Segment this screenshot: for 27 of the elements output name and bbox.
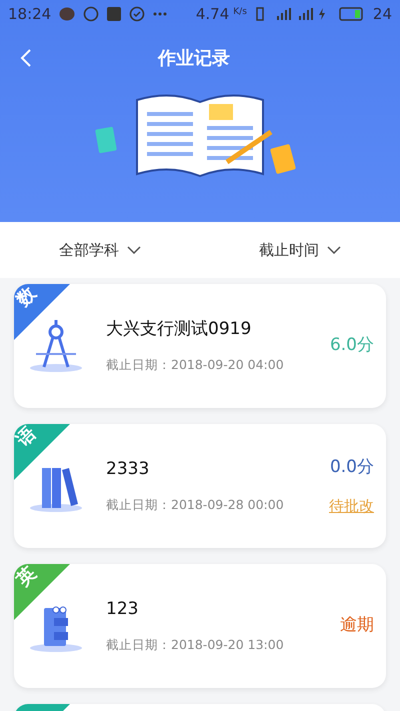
chevron-down-icon [327, 246, 341, 254]
filter-dropdown[interactable]: 全部学科 [0, 238, 200, 262]
circle-icon [83, 6, 100, 22]
deadline-text: 截止日期：2018-09-20 13:00 [106, 636, 285, 654]
check-circle-icon [129, 6, 146, 22]
homework-card[interactable]: 数 大兴支行测试0919 截止日期：2018-09-20 04:00 6.0分 [14, 284, 386, 408]
homework-title: 123 [106, 598, 140, 621]
status-time: 18:24 [8, 4, 52, 25]
battery-icon [338, 7, 365, 21]
score-text: 0.0分 [330, 456, 374, 479]
homework-title: 大兴支行测试0919 [106, 318, 252, 341]
app-square-icon [107, 7, 122, 21]
network-speed: 4.74 [196, 4, 230, 25]
page-title: 作业记录 [158, 46, 230, 70]
back-icon [20, 49, 32, 67]
filter-dropdown[interactable]: 截止时间 [200, 238, 400, 262]
battery-level: 24 [372, 4, 392, 25]
homework-title: 2333 [106, 458, 150, 481]
more-icon [153, 12, 168, 16]
score-text: 6.0分 [330, 334, 374, 358]
chat-bubble-icon [59, 7, 76, 21]
deadline-text: 截止日期：2018-09-20 04:00 [106, 356, 285, 374]
speed-unit: K/s [233, 6, 247, 19]
deadline-text: 截止日期：2018-09-28 00:00 [106, 496, 285, 514]
subject-label: 数 [14, 284, 40, 310]
chevron-down-icon [127, 246, 141, 254]
overdue-label: 逾期 [340, 614, 374, 638]
